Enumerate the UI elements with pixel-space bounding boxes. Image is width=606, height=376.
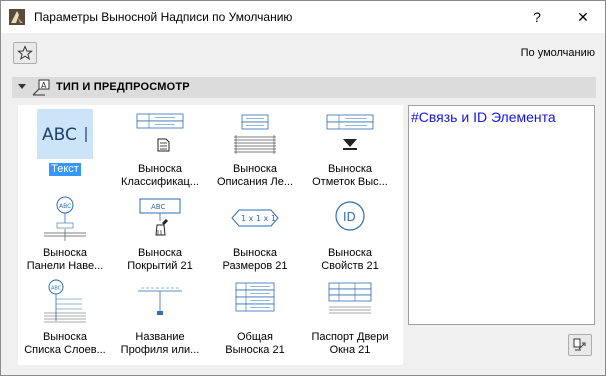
tile-label-line1: Название [135,331,185,343]
tile-label-line1: Выноска [42,247,88,259]
tile-label-line1: Выноска [137,247,183,259]
tile-surface-label[interactable]: ABC Выноска Покрытий 21 [113,193,207,277]
svg-text:ID: ID [343,210,356,224]
elevation-label-icon [322,109,378,159]
tile-dimension-label[interactable]: 1 x 1 x 1 Выноска Размеров 21 [208,193,302,277]
door-window-passport-icon [322,277,378,327]
label-tool-icon: A [32,79,50,96]
favorites-button[interactable] [13,42,37,64]
svg-text:ABC: ABC [42,125,77,145]
tile-label-line2: Окна 21 [329,344,371,356]
close-button[interactable]: ✕ [561,1,605,33]
help-button[interactable]: ? [515,1,559,33]
tile-label-line2: Отметок Выс... [312,176,388,188]
tile-property-label[interactable]: ID Выноска Свойств 21 [303,193,397,277]
tile-label-line1: Общая [237,331,273,343]
transfer-settings-icon [573,338,586,351]
curtain-panel-label-icon: ABC [37,193,93,243]
tile-layer-list-label[interactable]: ABC Выноска Списка Слоев... [18,277,112,361]
profile-name-label-icon [132,277,188,327]
tile-label-line1: Выноска [232,247,278,259]
tile-label-line2: Панели Наве... [26,260,104,272]
layer-list-label-icon: ABC [37,277,93,327]
archicad-app-icon [9,9,25,25]
tile-door-window-passport[interactable]: Паспорт Двери Окна 21 [303,277,397,361]
svg-text:ABC: ABC [51,286,62,292]
tile-label-line2: Размеров 21 [222,260,288,272]
stair-description-label-icon [227,109,283,159]
dialog-window: Параметры Выносной Надписи по Умолчанию … [0,0,606,376]
svg-text:1 x 1 x 1: 1 x 1 x 1 [241,214,276,223]
tile-label-line2: Свойств 21 [321,260,379,272]
svg-text:ABC: ABC [151,203,165,211]
tile-label: Текст [49,163,81,176]
tile-label-line2: Покрытий 21 [127,260,193,272]
title-bar: Параметры Выносной Надписи по Умолчанию … [1,1,605,33]
tile-label-line2: Описания Ле... [216,176,293,188]
tile-stair-description-label[interactable]: Выноска Описания Ле... [208,109,302,193]
tile-elevation-label[interactable]: Выноска Отметок Выс... [303,109,397,193]
window-title: Параметры Выносной Надписи по Умолчанию [34,10,293,24]
text-abc-icon: ABC [37,109,93,159]
dimension-label-icon: 1 x 1 x 1 [227,193,283,243]
classification-label-icon [132,109,188,159]
svg-text:ABC: ABC [59,203,71,210]
tile-classification-label[interactable]: Выноска Классификац... [113,109,207,193]
tile-text[interactable]: ABC Текст [18,109,112,193]
section-title: ТИП И ПРЕДПРОСМОТР [56,81,190,93]
tile-label-line2: Классификац... [121,176,199,188]
default-settings-label: По умолчанию [520,47,595,59]
tile-general-label[interactable]: Общая Выноска 21 [208,277,302,361]
tile-label-line2: Списка Слоев... [24,344,106,356]
preview-panel: #Связь и ID Элемента [408,105,595,325]
svg-text:A: A [41,81,47,90]
tile-label-line1: Выноска [327,163,373,175]
tile-label-line1: Выноска [232,163,278,175]
tile-label-line1: Выноска [137,163,183,175]
label-type-grid: ABC Текст Выноска Классификац... Выноска… [18,105,403,365]
general-label-icon [227,277,283,327]
tile-label-line1: Паспорт Двери [311,331,389,343]
tile-label-line2: Профиля или... [120,344,200,356]
collapse-arrow-icon[interactable] [18,84,26,89]
tile-label-line1: Выноска [42,331,88,343]
property-id-label-icon: ID [322,193,378,243]
star-icon [17,45,33,61]
tile-profile-name-label[interactable]: Название Профиля или... [113,277,207,361]
tile-curtain-panel-label[interactable]: ABC Выноска Панели Наве... [18,193,112,277]
transfer-settings-button[interactable] [568,334,592,356]
tile-label-line1: Выноска [327,247,373,259]
tile-label-line2: Выноска 21 [225,344,285,356]
section-header-type-preview[interactable]: A ТИП И ПРЕДПРОСМОТР [12,77,596,98]
surface-label-icon: ABC [132,193,188,243]
preview-text: #Связь и ID Элемента [411,109,556,125]
